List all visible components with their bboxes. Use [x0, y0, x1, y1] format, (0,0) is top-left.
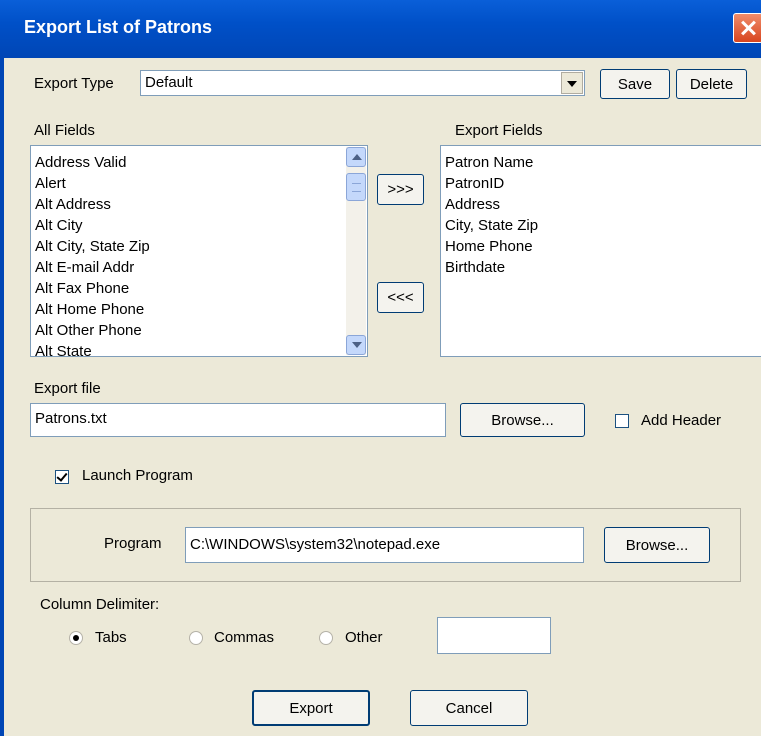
export-file-label: Export file: [34, 380, 101, 397]
list-item[interactable]: Alt City: [31, 215, 367, 236]
title-bar[interactable]: Export List of Patrons: [0, 0, 761, 58]
add-header-checkbox[interactable]: [615, 414, 629, 428]
export-type-select[interactable]: Default: [140, 70, 585, 96]
close-icon[interactable]: [733, 13, 761, 43]
radio-tabs-label[interactable]: Tabs: [95, 629, 127, 646]
list-item[interactable]: Address: [441, 194, 761, 215]
list-item[interactable]: Alt Address: [31, 194, 367, 215]
export-type-label: Export Type: [34, 75, 114, 92]
all-fields-list[interactable]: Address Valid Alert Alt Address Alt City Alt…: [30, 145, 368, 357]
radio-tabs[interactable]: [69, 631, 83, 645]
program-path-input[interactable]: C:\WINDOWS\system32\notepad.exe: [185, 527, 584, 563]
save-button[interactable]: Save: [600, 69, 670, 99]
add-field-button[interactable]: >>>: [377, 174, 424, 205]
export-file-input[interactable]: Patrons.txt: [30, 403, 446, 437]
column-delimiter-label: Column Delimiter:: [40, 596, 160, 613]
remove-field-button[interactable]: <<<: [377, 282, 424, 313]
list-item[interactable]: City, State Zip: [441, 215, 761, 236]
list-item[interactable]: PatronID: [441, 173, 761, 194]
radio-other[interactable]: [319, 631, 333, 645]
program-label: Program: [104, 535, 162, 552]
export-fields-list[interactable]: Patron Name PatronID Address City, State Zi…: [440, 145, 761, 357]
list-item[interactable]: Alert: [31, 173, 367, 194]
radio-other-label[interactable]: Other: [345, 629, 383, 646]
export-type-value: Default: [145, 74, 193, 91]
delete-button[interactable]: Delete: [676, 69, 747, 99]
list-item[interactable]: Address Valid: [31, 152, 367, 173]
list-item[interactable]: Alt E-mail Addr: [31, 257, 367, 278]
scroll-thumb[interactable]: [346, 173, 366, 201]
export-fields-label: Export Fields: [455, 122, 543, 139]
all-fields-label: All Fields: [34, 122, 95, 139]
window-title: Export List of Patrons: [24, 17, 213, 37]
launch-program-checkbox[interactable]: [55, 470, 69, 484]
list-item[interactable]: Home Phone: [441, 236, 761, 257]
radio-commas-label[interactable]: Commas: [214, 629, 274, 646]
cancel-button[interactable]: Cancel: [410, 690, 528, 726]
list-item[interactable]: Alt City, State Zip: [31, 236, 367, 257]
other-delimiter-input[interactable]: [437, 617, 551, 654]
add-header-label[interactable]: Add Header: [641, 412, 721, 429]
scroll-down-icon[interactable]: [346, 335, 366, 355]
list-item[interactable]: Alt Other Phone: [31, 320, 367, 341]
scroll-up-icon[interactable]: [346, 147, 366, 167]
list-item[interactable]: Alt Fax Phone: [31, 278, 367, 299]
launch-program-label[interactable]: Launch Program: [82, 467, 193, 484]
dropdown-arrow-icon[interactable]: [561, 72, 583, 94]
list-item[interactable]: Alt State: [31, 341, 367, 356]
export-file-browse-button[interactable]: Browse...: [460, 403, 585, 437]
all-fields-scrollbar[interactable]: [346, 147, 366, 355]
list-item[interactable]: Birthdate: [441, 257, 761, 278]
program-browse-button[interactable]: Browse...: [604, 527, 710, 563]
list-item[interactable]: Alt Home Phone: [31, 299, 367, 320]
export-button[interactable]: Export: [252, 690, 370, 726]
radio-commas[interactable]: [189, 631, 203, 645]
list-item[interactable]: Patron Name: [441, 152, 761, 173]
